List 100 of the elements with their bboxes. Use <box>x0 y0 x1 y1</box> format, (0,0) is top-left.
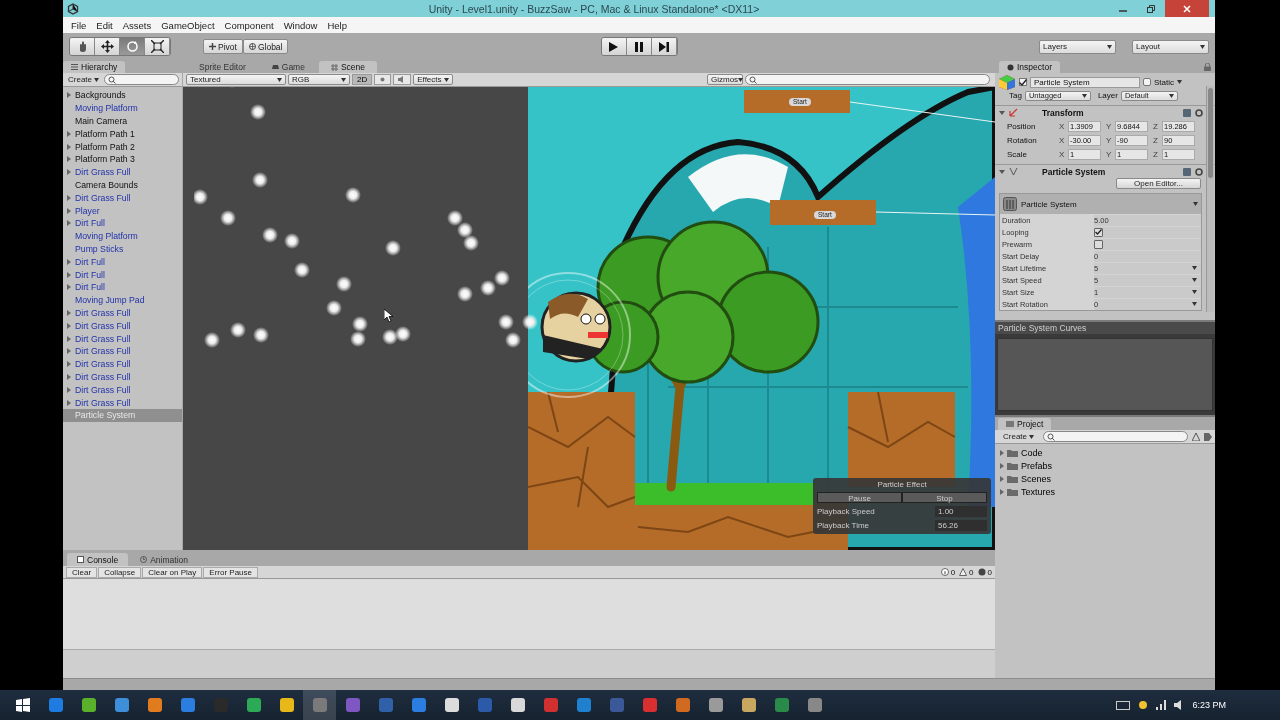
app-tile-icon <box>806 697 823 713</box>
hierarchy-item[interactable]: Moving Jump Pad <box>63 293 182 307</box>
hierarchy-item[interactable]: Backgrounds <box>63 89 182 102</box>
move-tool-button[interactable] <box>95 38 120 55</box>
folder-item[interactable]: Prefabs <box>995 459 1059 473</box>
hierarchy-item[interactable]: Platform Path 3 <box>63 153 182 166</box>
hierarchy-item[interactable]: Dirt Full <box>63 268 182 281</box>
search-field[interactable] <box>104 74 179 85</box>
console-button[interactable]: Error Pause <box>203 566 258 578</box>
folder-item[interactable]: Code <box>995 447 1049 460</box>
scale-tool-button[interactable] <box>145 38 170 55</box>
name-field[interactable]: Particle System <box>1030 76 1140 88</box>
panel-tab[interactable]: Console <box>67 553 129 566</box>
hierarchy-item[interactable]: Dirt Grass Full <box>63 344 182 358</box>
scale-icon <box>150 40 164 53</box>
menu-item[interactable]: Component <box>220 19 278 31</box>
checkbox[interactable] <box>1094 239 1103 249</box>
2d-toggle[interactable]: 2D <box>352 74 373 85</box>
view-tab[interactable]: Scene <box>318 61 378 73</box>
app-tile-icon <box>443 697 460 713</box>
console-button[interactable]: Clear on Play <box>142 566 203 578</box>
menu-item[interactable]: GameObject <box>157 19 219 31</box>
hierarchy-item[interactable]: Dirt Full <box>63 216 182 230</box>
lighting-toggle[interactable] <box>374 74 392 85</box>
value-field[interactable]: 56.26 <box>935 520 987 531</box>
check-icon <box>1095 229 1102 235</box>
static-checkbox[interactable] <box>1143 78 1151 86</box>
sun-icon <box>379 76 387 83</box>
hierarchy-item[interactable]: Dirt Grass Full <box>63 370 182 384</box>
check-icon <box>1019 78 1027 86</box>
hierarchy-item[interactable]: Dirt Grass Full <box>63 165 182 179</box>
pause-button[interactable] <box>626 38 652 55</box>
hierarchy-item[interactable]: Dirt Grass Full <box>63 191 182 205</box>
pivot-button[interactable]: Pivot <box>203 39 243 54</box>
view-tab[interactable]: Sprite Editor <box>187 61 258 73</box>
hierarchy-item[interactable]: Platform Path 1 <box>63 127 182 141</box>
folder-item[interactable]: Scenes <box>995 472 1058 486</box>
search-field[interactable] <box>745 74 990 85</box>
folder-item[interactable]: Textures <box>995 485 1061 499</box>
panel-tab[interactable]: Animation <box>130 553 198 566</box>
layers-dropdown[interactable]: Layers <box>1039 39 1116 54</box>
hierarchy-item[interactable]: Main Camera <box>63 114 182 128</box>
menu-item[interactable]: Window <box>279 19 322 31</box>
hierarchy-item[interactable]: Dirt Grass Full <box>63 383 182 397</box>
create-dropdown[interactable]: Create <box>998 430 1039 443</box>
search-field[interactable] <box>1043 431 1188 442</box>
app-tile-icon <box>47 697 64 713</box>
warning-icon <box>959 568 968 576</box>
channel-dropdown[interactable]: RGB <box>288 74 350 85</box>
menu-item[interactable]: Assets <box>118 19 156 31</box>
keyboard-icon <box>1116 700 1131 710</box>
hierarchy-item[interactable]: Dirt Grass Full <box>63 357 182 371</box>
axis-label: Z <box>1153 121 1159 131</box>
caret-icon <box>94 77 99 82</box>
hand-tool-button[interactable] <box>70 38 95 55</box>
menu-item[interactable]: File <box>67 19 91 31</box>
hierarchy-item[interactable]: Dirt Grass Full <box>63 396 182 409</box>
hierarchy-item[interactable]: Dirt Grass Full <box>63 306 182 320</box>
app-tile-icon <box>509 697 526 713</box>
layout-dropdown[interactable]: Layout <box>1132 39 1209 54</box>
field-label: Playback Speed <box>817 507 875 516</box>
app-tile-icon <box>608 697 625 713</box>
hierarchy-item[interactable]: Dirt Grass Full <box>63 332 182 345</box>
hierarchy-item[interactable]: Dirt Full <box>63 255 182 269</box>
rotate-tool-button[interactable] <box>120 38 145 55</box>
hierarchy-item[interactable]: Player <box>63 204 182 217</box>
error-icon <box>977 568 986 576</box>
search-icon <box>1047 432 1055 441</box>
hierarchy-item[interactable]: Dirt Full <box>63 280 182 294</box>
app-tile-icon <box>476 697 493 713</box>
gizmos-dropdown[interactable]: Gizmos <box>707 74 743 85</box>
playback-button[interactable]: Pause <box>817 492 902 503</box>
console-button[interactable]: Collapse <box>98 566 142 578</box>
view-tab[interactable]: Game <box>259 61 317 73</box>
hierarchy-tab[interactable]: Hierarchy <box>63 61 126 73</box>
inspector-tab[interactable]: Inspector <box>999 61 1060 73</box>
checkbox[interactable] <box>1094 227 1103 237</box>
effects-dropdown[interactable]: Effects <box>413 74 454 85</box>
global-button[interactable]: Global <box>242 39 289 54</box>
hierarchy-item[interactable]: Platform Path 2 <box>63 140 182 153</box>
menu-item[interactable]: Edit <box>92 19 117 31</box>
hierarchy-item[interactable]: Moving Platform <box>63 101 182 115</box>
network-icon <box>1156 700 1167 710</box>
value-field[interactable]: 1.00 <box>935 506 987 517</box>
project-tab[interactable]: Project <box>998 418 1052 430</box>
console-button[interactable]: Clear <box>66 566 98 578</box>
active-checkbox[interactable] <box>1019 78 1027 86</box>
axis-label: X <box>1059 135 1066 145</box>
hierarchy-item[interactable]: Pump Sticks <box>63 242 182 256</box>
audio-toggle[interactable] <box>393 74 412 85</box>
search-icon <box>108 75 116 84</box>
step-button[interactable] <box>651 38 677 55</box>
open-editor-button[interactable]: Open Editor... <box>1116 178 1201 189</box>
shading-dropdown[interactable]: Textured <box>186 74 286 85</box>
playback-button[interactable]: Stop <box>902 492 987 503</box>
hierarchy-item[interactable]: Camera Bounds <box>63 178 182 192</box>
play-button[interactable] <box>601 38 627 55</box>
hierarchy-item[interactable]: Moving Platform <box>63 229 182 243</box>
hierarchy-item[interactable]: Dirt Grass Full <box>63 319 182 333</box>
menu-item[interactable]: Help <box>323 19 351 31</box>
